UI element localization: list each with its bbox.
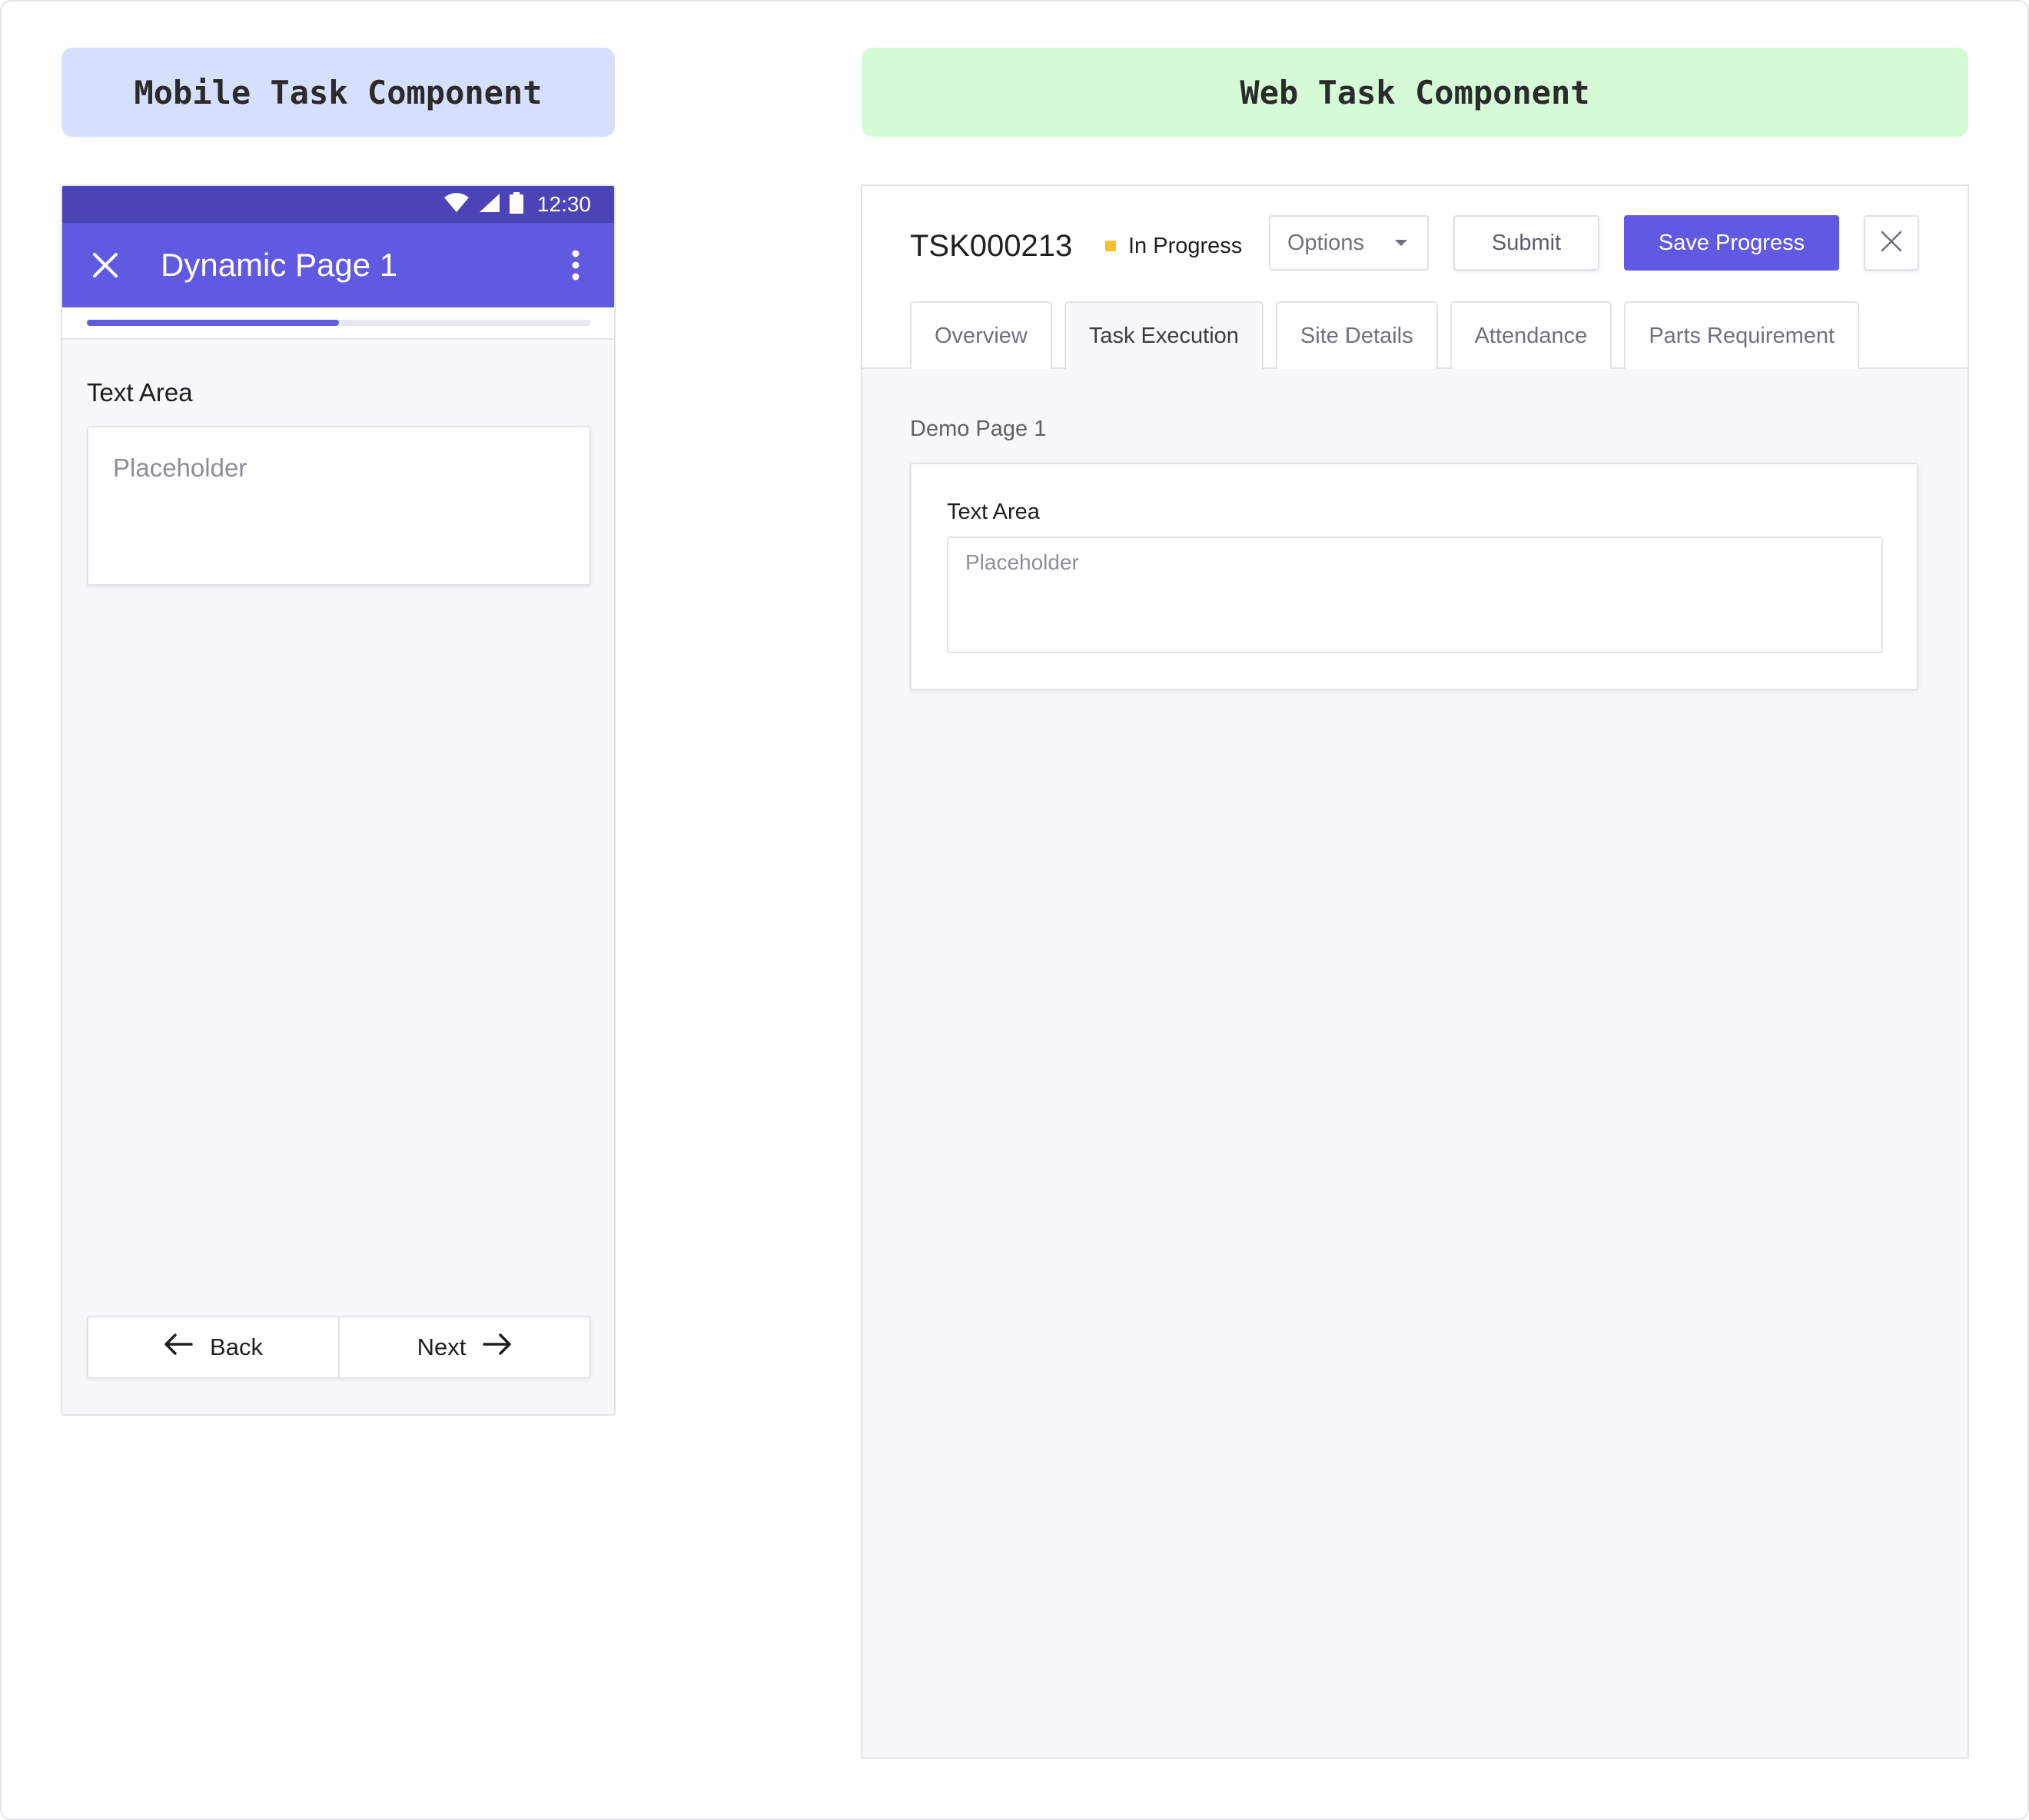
wifi-icon (443, 192, 470, 217)
next-label: Next (417, 1333, 467, 1360)
web-task-panel: TSK000213 In Progress Options Submit Sav… (861, 184, 1969, 1759)
text-area-label: Text Area (947, 500, 1040, 524)
tab-overview[interactable]: Overview (910, 301, 1052, 369)
more-vertical-icon[interactable] (568, 249, 583, 281)
tab-task-execution[interactable]: Task Execution (1064, 301, 1264, 369)
demo-page-title: Demo Page 1 (910, 417, 1047, 441)
next-button[interactable]: Next (338, 1317, 589, 1377)
submit-button[interactable]: Submit (1453, 215, 1599, 271)
battery-icon (509, 191, 523, 218)
progress-fill (87, 320, 339, 326)
close-icon (1880, 230, 1903, 257)
page-navigation: Back Next (87, 1316, 591, 1379)
status-text: In Progress (1128, 233, 1243, 258)
task-header: TSK000213 In Progress Options Submit Sav… (862, 186, 1968, 369)
text-area-placeholder: Placeholder (113, 453, 247, 482)
arrow-left-icon (164, 1333, 193, 1362)
text-area-label: Text Area (87, 378, 193, 407)
text-area-placeholder: Placeholder (965, 550, 1079, 574)
mobile-section-label: Mobile Task Component (61, 48, 615, 137)
cell-signal-icon (479, 193, 500, 217)
save-progress-label: Save Progress (1658, 230, 1805, 255)
chevron-down-icon (1395, 240, 1407, 246)
arrow-right-icon (483, 1333, 512, 1362)
back-button[interactable]: Back (88, 1317, 338, 1377)
app-bar: Dynamic Page 1 (62, 223, 614, 307)
status-icons: 12:30 (443, 186, 591, 223)
status-dot (1105, 241, 1116, 251)
submit-label: Submit (1491, 230, 1562, 255)
tab-bar: Overview Task Execution Site Details Att… (910, 301, 1860, 369)
progress-bar (87, 320, 591, 326)
tab-parts-requirement[interactable]: Parts Requirement (1624, 301, 1860, 369)
web-section-label-text: Web Task Component (1240, 73, 1590, 111)
close-icon[interactable] (88, 248, 122, 282)
tab-label: Site Details (1300, 323, 1413, 348)
save-progress-button[interactable]: Save Progress (1624, 215, 1839, 271)
mobile-section-label-text: Mobile Task Component (134, 73, 543, 111)
text-area-input[interactable]: Placeholder (947, 536, 1883, 653)
web-section-label: Web Task Component (862, 48, 1968, 137)
status-bar: 12:30 (62, 186, 614, 223)
tab-attendance[interactable]: Attendance (1450, 301, 1612, 369)
task-id: TSK000213 (910, 229, 1073, 263)
tab-label: Overview (935, 323, 1028, 348)
status-time: 12:30 (536, 192, 591, 216)
form-card: Text Area Placeholder (910, 463, 1918, 690)
tab-label: Task Execution (1088, 323, 1239, 348)
tab-label: Attendance (1474, 323, 1588, 348)
back-label: Back (210, 1333, 263, 1360)
page-title: Dynamic Page 1 (161, 247, 398, 283)
mobile-task-screen: 12:30 Dynamic Page 1 Text Area Placehold… (61, 184, 616, 1416)
options-label: Options (1287, 230, 1364, 255)
text-area-input[interactable]: Placeholder (87, 426, 591, 586)
options-dropdown[interactable]: Options (1269, 215, 1429, 271)
tab-label: Parts Requirement (1649, 323, 1835, 348)
close-button[interactable] (1864, 215, 1919, 271)
progress-area (62, 307, 614, 340)
tab-site-details[interactable]: Site Details (1275, 301, 1438, 369)
status-indicator: In Progress (1105, 223, 1242, 269)
